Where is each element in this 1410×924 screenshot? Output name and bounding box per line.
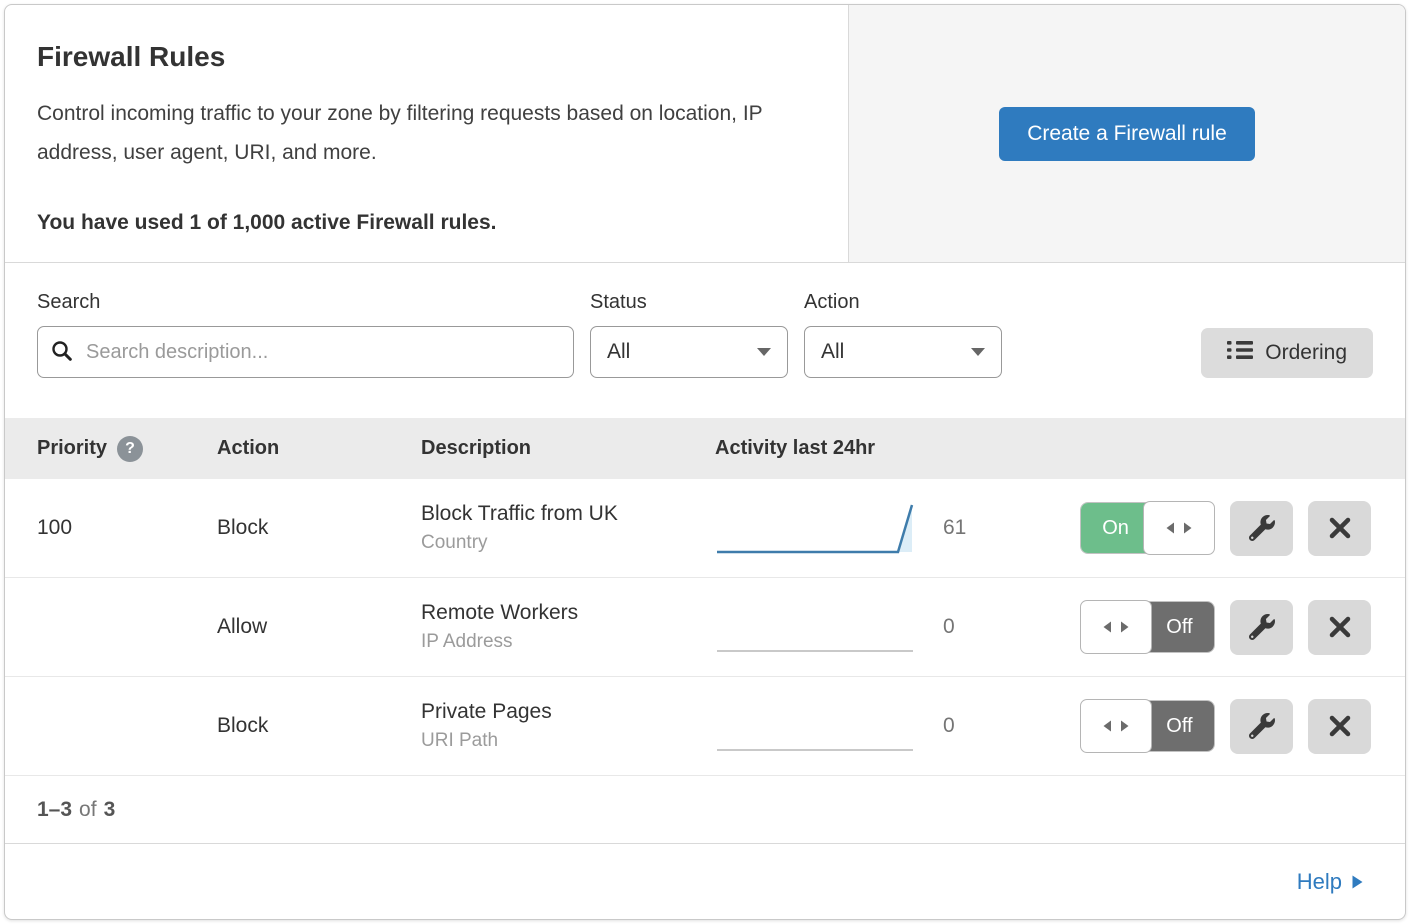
close-icon [1328,714,1352,738]
rule-type: URI Path [421,730,715,752]
table-header: Priority ? Action Description Activity l… [5,418,1405,479]
list-icon [1227,339,1253,367]
activity-cell: 0 [715,697,1080,755]
rule-enabled-toggle[interactable]: On [1080,502,1215,554]
wrench-icon [1249,614,1275,640]
table-row: 100 Block Block Traffic from UK Country … [5,479,1405,578]
search-label: Search [37,291,574,314]
row-action: Allow [217,615,421,639]
column-priority: Priority ? [37,436,217,462]
filter-bar: Search Status All Action All [5,263,1405,418]
row-description: Block Traffic from UK Country [421,502,715,554]
row-description: Remote Workers IP Address [421,601,715,653]
status-select-value: All [607,340,630,364]
activity-count: 61 [943,516,966,540]
toggle-handle[interactable] [1080,699,1152,753]
close-icon [1328,516,1352,540]
activity-sparkline [715,499,915,557]
status-select[interactable]: All [590,326,788,378]
chevron-down-icon [971,348,985,356]
activity-cell: 0 [715,598,1080,656]
chevron-right-icon [1352,875,1363,889]
wrench-icon [1249,713,1275,739]
rule-type: Country [421,532,715,554]
ordering-button[interactable]: Ordering [1201,328,1373,378]
edit-rule-button[interactable] [1230,501,1293,556]
priority-header-label: Priority [37,437,107,460]
toggle-handle[interactable] [1143,501,1215,555]
search-icon [51,340,73,367]
wrench-icon [1249,515,1275,541]
column-description: Description [421,437,715,460]
toggle-state-label: Off [1145,701,1214,751]
table-row: Block Private Pages URI Path 0 Off [5,677,1405,776]
rule-name: Block Traffic from UK [421,502,715,526]
delete-rule-button[interactable] [1308,699,1371,754]
usage-summary: You have used 1 of 1,000 active Firewall… [37,211,816,235]
ordering-button-label: Ordering [1265,341,1347,365]
delete-rule-button[interactable] [1308,501,1371,556]
row-controls: Off [1080,699,1373,754]
page-of-label: of [79,798,97,822]
rule-enabled-toggle[interactable]: Off [1080,700,1215,752]
action-select[interactable]: All [804,326,1002,378]
row-action: Block [217,516,421,540]
header: Firewall Rules Control incoming traffic … [5,5,1405,263]
page-title: Firewall Rules [37,41,816,73]
page-total: 3 [104,798,116,822]
rule-enabled-toggle[interactable]: Off [1080,601,1215,653]
status-label: Status [590,291,788,314]
row-priority: 100 [37,516,217,540]
action-filter-group: Action All [804,291,1002,378]
activity-sparkline [715,598,915,656]
search-input[interactable] [37,326,574,378]
column-action: Action [217,437,421,460]
edit-rule-button[interactable] [1230,699,1293,754]
rule-name: Remote Workers [421,601,715,625]
activity-cell: 61 [715,499,1080,557]
activity-sparkline [715,697,915,755]
toggle-state-label: Off [1145,602,1214,652]
action-label: Action [804,291,1002,314]
page-range: 1–3 [37,798,72,822]
search-wrap [37,326,574,378]
toggle-state-label: On [1081,503,1150,553]
table-row: Allow Remote Workers IP Address 0 Off [5,578,1405,677]
left-right-arrows-icon [1102,719,1130,733]
help-bar: Help [5,843,1405,919]
header-action-panel: Create a Firewall rule [848,5,1405,262]
activity-count: 0 [943,714,955,738]
pagination-summary: 1–3 of 3 [5,776,1405,843]
activity-count: 0 [943,615,955,639]
firewall-rules-card: Firewall Rules Control incoming traffic … [4,4,1406,920]
rule-name: Private Pages [421,700,715,724]
column-activity: Activity last 24hr [715,437,1373,460]
edit-rule-button[interactable] [1230,600,1293,655]
action-select-value: All [821,340,844,364]
priority-help-icon[interactable]: ? [117,436,143,462]
status-filter-group: Status All [590,291,788,378]
left-right-arrows-icon [1102,620,1130,634]
row-action: Block [217,714,421,738]
page-description: Control incoming traffic to your zone by… [37,95,812,173]
header-text-block: Firewall Rules Control incoming traffic … [5,5,848,262]
rule-type: IP Address [421,631,715,653]
row-controls: On [1080,501,1373,556]
left-right-arrows-icon [1165,521,1193,535]
help-link-label: Help [1297,869,1342,895]
create-firewall-rule-button[interactable]: Create a Firewall rule [999,107,1255,161]
close-icon [1328,615,1352,639]
help-link[interactable]: Help [1297,869,1363,895]
row-description: Private Pages URI Path [421,700,715,752]
search-group: Search [37,291,574,378]
delete-rule-button[interactable] [1308,600,1371,655]
toggle-handle[interactable] [1080,600,1152,654]
row-controls: Off [1080,600,1373,655]
chevron-down-icon [757,348,771,356]
